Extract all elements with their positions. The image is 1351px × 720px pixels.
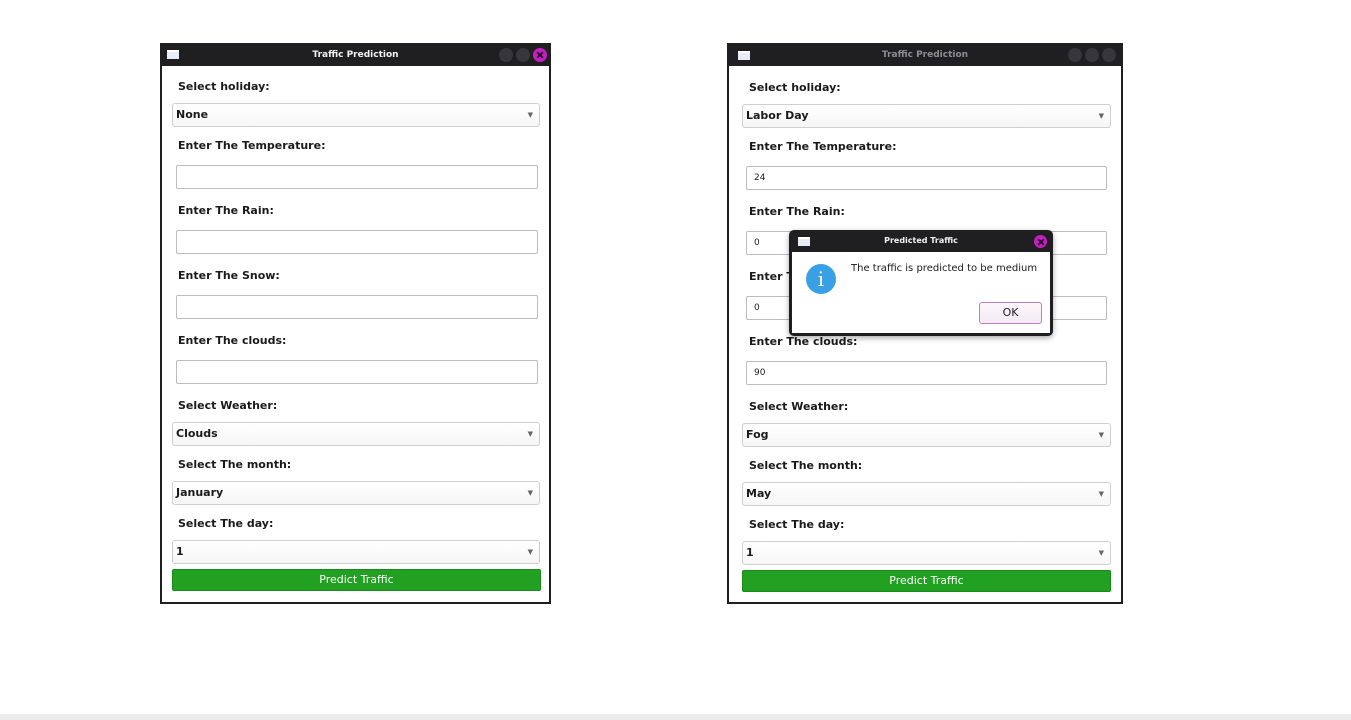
chevron-down-icon: ▼ bbox=[1098, 549, 1104, 557]
holiday-select-value: Labor Day bbox=[746, 109, 809, 122]
traffic-prediction-window-left: Traffic Prediction Select holiday: None … bbox=[160, 43, 551, 604]
snow-label: Enter The Snow: bbox=[178, 269, 280, 282]
predict-traffic-button[interactable]: Predict Traffic bbox=[172, 569, 541, 591]
close-button[interactable] bbox=[1102, 48, 1116, 62]
weather-select[interactable]: Fog ▼ bbox=[742, 423, 1111, 447]
rain-label: Enter The Rain: bbox=[749, 205, 845, 218]
weather-select-value: Fog bbox=[746, 428, 769, 441]
dialog-message: The traffic is predicted to be medium bbox=[851, 263, 1038, 274]
chevron-down-icon: ▼ bbox=[1098, 112, 1104, 120]
temperature-label: Enter The Temperature: bbox=[178, 139, 326, 152]
clouds-label: Enter The clouds: bbox=[178, 334, 287, 347]
chevron-down-icon: ▼ bbox=[527, 111, 533, 119]
chevron-down-icon: ▼ bbox=[1098, 431, 1104, 439]
weather-label: Select Weather: bbox=[178, 399, 278, 412]
month-label: Select The month: bbox=[178, 458, 292, 471]
day-select-value: 1 bbox=[746, 546, 754, 559]
ok-button[interactable]: OK bbox=[979, 302, 1042, 324]
rain-label: Enter The Rain: bbox=[178, 204, 274, 217]
maximize-button[interactable] bbox=[1085, 48, 1099, 62]
maximize-button[interactable] bbox=[516, 48, 530, 62]
info-icon: i bbox=[806, 264, 836, 294]
snow-input[interactable] bbox=[176, 295, 538, 319]
month-select-value: May bbox=[746, 487, 772, 500]
snow-label: Enter T bbox=[749, 270, 794, 283]
month-select[interactable]: May ▼ bbox=[742, 482, 1111, 506]
titlebar[interactable]: Traffic Prediction bbox=[161, 44, 550, 66]
form-content: Select holiday: None ▼ Enter The Tempera… bbox=[162, 66, 549, 602]
close-button[interactable] bbox=[533, 48, 547, 62]
month-select-value: January bbox=[176, 486, 224, 499]
window-title: Traffic Prediction bbox=[312, 50, 399, 60]
holiday-select[interactable]: Labor Day ▼ bbox=[742, 104, 1111, 128]
chevron-down-icon: ▼ bbox=[1098, 490, 1104, 498]
month-select[interactable]: January ▼ bbox=[172, 481, 540, 505]
dialog-titlebar[interactable]: Predicted Traffic bbox=[789, 230, 1053, 252]
chevron-down-icon: ▼ bbox=[527, 548, 533, 556]
holiday-label: Select holiday: bbox=[178, 80, 270, 93]
month-label: Select The month: bbox=[749, 459, 863, 472]
minimize-button[interactable] bbox=[1068, 48, 1082, 62]
weather-select-value: Clouds bbox=[176, 427, 218, 440]
clouds-input[interactable]: 90 bbox=[746, 361, 1107, 385]
dialog-body: i The traffic is predicted to be medium … bbox=[792, 252, 1050, 333]
day-select-value: 1 bbox=[176, 545, 184, 558]
weather-select[interactable]: Clouds ▼ bbox=[172, 422, 540, 446]
chevron-down-icon: ▼ bbox=[527, 430, 533, 438]
bottom-strip bbox=[0, 714, 1351, 720]
holiday-select[interactable]: None ▼ bbox=[172, 103, 540, 127]
chevron-down-icon: ▼ bbox=[527, 489, 533, 497]
weather-label: Select Weather: bbox=[749, 400, 849, 413]
temperature-input[interactable]: 24 bbox=[746, 166, 1107, 190]
day-select[interactable]: 1 ▼ bbox=[172, 540, 540, 564]
titlebar[interactable]: Traffic Prediction bbox=[728, 44, 1122, 66]
predict-traffic-button[interactable]: Predict Traffic bbox=[742, 570, 1111, 592]
day-select[interactable]: 1 ▼ bbox=[742, 541, 1111, 565]
day-label: Select The day: bbox=[749, 518, 845, 531]
temperature-label: Enter The Temperature: bbox=[749, 140, 897, 153]
rain-input[interactable] bbox=[176, 230, 538, 254]
minimize-button[interactable] bbox=[499, 48, 513, 62]
window-title: Traffic Prediction bbox=[881, 50, 969, 60]
holiday-label: Select holiday: bbox=[749, 81, 841, 94]
day-label: Select The day: bbox=[178, 517, 274, 530]
holiday-select-value: None bbox=[176, 108, 209, 121]
close-button[interactable] bbox=[1034, 235, 1047, 248]
temperature-input[interactable] bbox=[176, 165, 538, 189]
clouds-input[interactable] bbox=[176, 360, 538, 384]
clouds-label: Enter The clouds: bbox=[749, 335, 858, 348]
predicted-traffic-dialog: Predicted Traffic i The traffic is predi… bbox=[789, 230, 1053, 336]
dialog-title: Predicted Traffic bbox=[884, 236, 958, 245]
